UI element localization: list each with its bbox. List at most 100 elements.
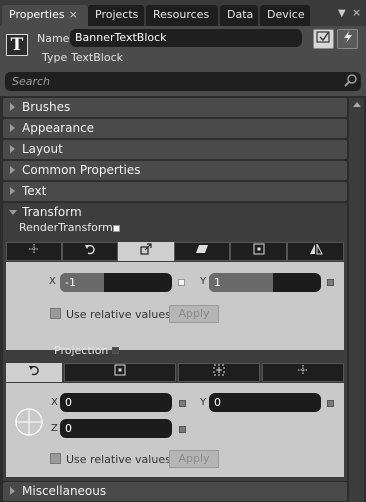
translate-tab[interactable] (6, 242, 62, 261)
skew-tab[interactable] (174, 242, 230, 261)
center-of-rotation-icon (114, 364, 126, 376)
tab-data[interactable]: Data (220, 5, 258, 26)
tab-device-label: Device (267, 8, 305, 21)
skew-icon (196, 245, 208, 253)
projection-y-marker[interactable] (327, 400, 334, 407)
tab-properties-label: Properties (9, 8, 65, 21)
render-transform-label: RenderTransform (19, 221, 113, 234)
tab-data-label: Data (227, 8, 254, 21)
expand-arrow-icon (10, 187, 15, 195)
section-text[interactable]: Text (3, 182, 347, 201)
use-relative-checkbox[interactable] (50, 308, 61, 319)
projection-x-label: X (51, 397, 58, 408)
use-relative-checkbox-2[interactable] (50, 453, 61, 464)
tab-projects-label: Projects (95, 8, 139, 21)
projection-editor: X 0 Y 0 Z 0 Use relative values Apply (6, 383, 344, 477)
section-title: Brushes (22, 100, 71, 114)
name-label: Name (37, 32, 70, 45)
projection-y-label: Y (200, 397, 207, 408)
name-input[interactable]: BannerTextBlock (70, 29, 302, 47)
panel-tab-strip: Properties × Projects Resources Data Devi… (0, 0, 366, 26)
tab-close-icon[interactable]: × (69, 8, 78, 21)
projection-marker[interactable] (112, 347, 119, 354)
expand-arrow-icon (10, 103, 15, 111)
scale-x-input[interactable]: -1 (60, 273, 172, 292)
render-transform-editor: X -1 Y 1 Use relative values Apply (6, 262, 344, 350)
scale-tab[interactable] (118, 242, 174, 261)
local-offset-icon (298, 365, 308, 375)
center-of-rotation-tab[interactable] (64, 363, 176, 382)
scale-x-marker[interactable] (178, 279, 185, 286)
properties-view-icon (316, 31, 330, 43)
expand-arrow-icon (10, 166, 15, 174)
search-placeholder: Search (12, 75, 51, 88)
global-offset-tab[interactable] (178, 363, 260, 382)
flip-tab[interactable] (287, 242, 344, 261)
scale-y-value: 1 (214, 276, 221, 289)
section-brushes[interactable]: Brushes (3, 98, 347, 117)
scale-y-input[interactable]: 1 (209, 273, 321, 292)
use-relative-label-2: Use relative values (66, 453, 171, 466)
projection-y-value: 0 (214, 396, 221, 409)
scale-y-marker[interactable] (327, 279, 334, 286)
global-offset-icon (213, 364, 225, 376)
close-panel-icon[interactable]: × (352, 6, 361, 19)
collapse-arrow-icon (9, 210, 17, 215)
section-common-properties[interactable]: Common Properties (3, 161, 347, 180)
projection-x-value: 0 (65, 396, 72, 409)
apply-button-2[interactable]: Apply (169, 450, 219, 468)
textblock-icon: T (6, 34, 28, 56)
section-appearance[interactable]: Appearance (3, 119, 347, 138)
type-value: TextBlock (71, 51, 123, 64)
projection-label: Projection (54, 344, 109, 357)
projection-z-label: Z (51, 423, 58, 434)
flip-icon (309, 243, 323, 255)
section-title: Miscellaneous (22, 484, 107, 498)
center-point-icon (253, 243, 264, 255)
projection-z-marker[interactable] (179, 426, 186, 433)
projection-x-input[interactable]: 0 (60, 393, 172, 412)
render-transform-tabs (6, 242, 344, 261)
section-title: Common Properties (22, 163, 141, 177)
x-label: X (49, 276, 56, 287)
projection-z-value: 0 (65, 422, 72, 435)
type-label: Type (42, 51, 68, 64)
section-title: Text (22, 184, 47, 198)
use-relative-label: Use relative values (66, 308, 171, 321)
properties-view-button[interactable] (313, 29, 334, 49)
apply-button[interactable]: Apply (169, 305, 219, 323)
transform-panel: RenderTransform X -1 Y 1 Use relative va… (3, 221, 347, 481)
element-header: T Name BannerTextBlock Type TextBlock (0, 26, 366, 67)
projection-rotation-tab[interactable] (6, 363, 62, 382)
projection-y-input[interactable]: 0 (209, 393, 321, 412)
section-title: Transform (22, 205, 82, 219)
projection-x-marker[interactable] (179, 400, 186, 407)
section-transform[interactable]: Transform (3, 203, 347, 222)
search-icon[interactable] (343, 73, 359, 89)
projection-rotation-gizmo-icon[interactable] (14, 407, 44, 437)
pin-icon[interactable]: ▼ (338, 8, 346, 19)
section-title: Appearance (22, 121, 95, 135)
rotate-tab[interactable] (62, 242, 118, 261)
section-miscellaneous[interactable]: Miscellaneous (3, 482, 347, 501)
projection-tabs (6, 363, 344, 382)
scale-x-value: -1 (65, 276, 76, 289)
tab-device[interactable]: Device (260, 5, 310, 26)
vertical-scrollbar[interactable] (349, 98, 364, 502)
events-view-button[interactable] (337, 29, 358, 49)
lightning-icon (343, 31, 352, 43)
render-transform-marker[interactable] (113, 225, 120, 232)
tab-resources-label: Resources (153, 8, 210, 21)
scroll-up-icon[interactable] (353, 102, 361, 107)
tab-resources[interactable]: Resources (146, 5, 218, 26)
search-input[interactable]: Search (5, 72, 361, 91)
center-point-tab[interactable] (230, 242, 287, 261)
local-offset-tab[interactable] (262, 363, 344, 382)
section-layout[interactable]: Layout (3, 140, 347, 159)
tab-properties[interactable]: Properties × (2, 5, 88, 26)
section-title: Layout (22, 142, 63, 156)
translate-icon (29, 244, 39, 254)
projection-z-input[interactable]: 0 (60, 419, 172, 438)
tab-projects[interactable]: Projects (88, 5, 144, 26)
expand-arrow-icon (10, 145, 15, 153)
